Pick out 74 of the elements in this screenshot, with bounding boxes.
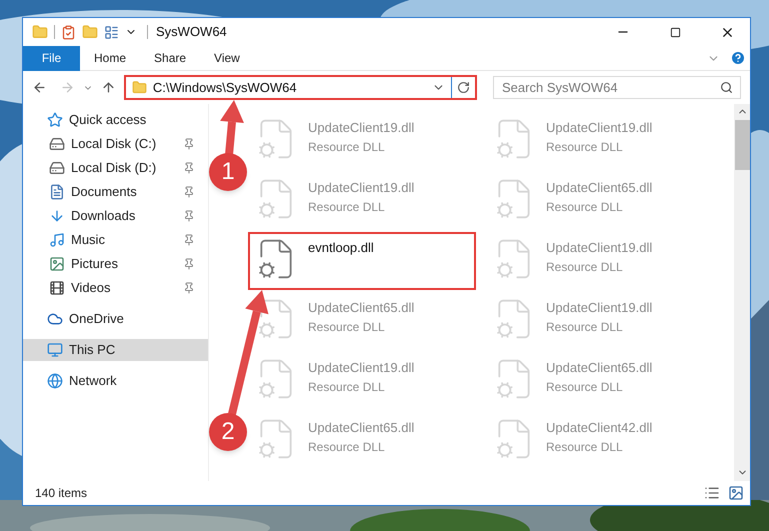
address-path: C:\Windows\SysWOW64 (152, 78, 298, 97)
file-type: Resource DLL (308, 438, 386, 456)
ribbon-tab[interactable]: View (200, 46, 254, 70)
film-icon (49, 280, 65, 296)
music-note-icon (49, 232, 65, 248)
sidebar-item[interactable]: Local Disk (C:) (23, 133, 208, 155)
pin-icon[interactable] (183, 210, 195, 222)
pin-icon[interactable] (183, 138, 195, 150)
pin-icon[interactable] (183, 186, 195, 198)
file-type: Resource DLL (308, 378, 386, 396)
window-title: SysWOW64 (156, 23, 227, 42)
sidebar-item[interactable]: OneDrive (23, 308, 208, 330)
view-options-icon[interactable] (104, 24, 119, 40)
file-name: UpdateClient65.dll (308, 419, 414, 437)
sidebar-item[interactable]: Network (23, 370, 208, 392)
document-icon (49, 184, 65, 200)
search-field[interactable]: Search SysWOW64 (493, 76, 742, 99)
scrollbar[interactable] (734, 104, 750, 481)
ribbon-tab[interactable]: Home (80, 46, 140, 70)
sidebar-item[interactable]: Local Disk (D:) (23, 157, 208, 179)
file-name: UpdateClient65.dll (546, 179, 652, 197)
properties-icon[interactable] (61, 24, 76, 40)
file-name: UpdateClient19.dll (546, 299, 652, 317)
folder-icon (132, 80, 147, 95)
drive-icon (49, 136, 65, 152)
file-name: UpdateClient19.dll (308, 359, 414, 377)
address-field[interactable]: C:\Windows\SysWOW64 (124, 75, 478, 100)
sidebar-item[interactable]: Downloads (23, 205, 208, 227)
file-name: UpdateClient19.dll (546, 239, 652, 257)
file-type: Resource DLL (308, 318, 386, 336)
cloud-icon (47, 311, 63, 327)
sidebar-item[interactable]: Videos (23, 277, 208, 299)
large-icons-view-icon[interactable] (728, 485, 744, 501)
sidebar-item[interactable]: Quick access (23, 109, 208, 131)
refresh-icon[interactable] (457, 81, 470, 94)
file-name: UpdateClient19.dll (308, 119, 414, 137)
pin-icon[interactable] (183, 258, 195, 270)
back-icon[interactable] (32, 80, 47, 95)
file-type: Resource DLL (308, 138, 386, 156)
file-type: Resource DLL (546, 378, 624, 396)
file-type: Resource DLL (308, 198, 386, 216)
file-name: UpdateClient65.dll (308, 299, 414, 317)
picture-icon (49, 256, 65, 272)
file-type: Resource DLL (546, 258, 624, 276)
details-view-icon[interactable] (704, 485, 720, 501)
monitor-icon (47, 342, 63, 358)
file-type: Resource DLL (546, 138, 624, 156)
file-name: UpdateClient42.dll (546, 419, 652, 437)
file-name: UpdateClient19.dll (308, 179, 414, 197)
file-name: evntloop.dll (308, 239, 374, 257)
file-type: Resource DLL (546, 198, 624, 216)
pin-icon[interactable] (183, 162, 195, 174)
scroll-thumb[interactable] (734, 120, 750, 170)
sidebar-item[interactable]: Pictures (23, 253, 208, 275)
pointer-arrow (220, 100, 244, 156)
file-type: Resource DLL (546, 438, 624, 456)
help-icon[interactable] (730, 50, 746, 66)
file-item[interactable]: evntloop.dll (248, 232, 476, 290)
sidebar-item[interactable]: Documents (23, 181, 208, 203)
network-icon (47, 373, 63, 389)
sidebar-item[interactable]: This PC (23, 339, 208, 361)
search-icon[interactable] (720, 81, 734, 94)
file-name: UpdateClient19.dll (546, 119, 652, 137)
drive-icon (49, 160, 65, 176)
pin-icon[interactable] (183, 234, 195, 246)
star-icon (47, 112, 63, 128)
maximize-icon (670, 26, 680, 38)
sidebar-item[interactable]: Music (23, 229, 208, 251)
file-name: UpdateClient65.dll (546, 359, 652, 377)
ribbon-tab[interactable]: Share (140, 46, 200, 70)
up-icon[interactable] (100, 80, 116, 95)
file-type: Resource DLL (546, 318, 624, 336)
pin-icon[interactable] (183, 282, 195, 294)
item-count: 140 items (35, 485, 88, 502)
